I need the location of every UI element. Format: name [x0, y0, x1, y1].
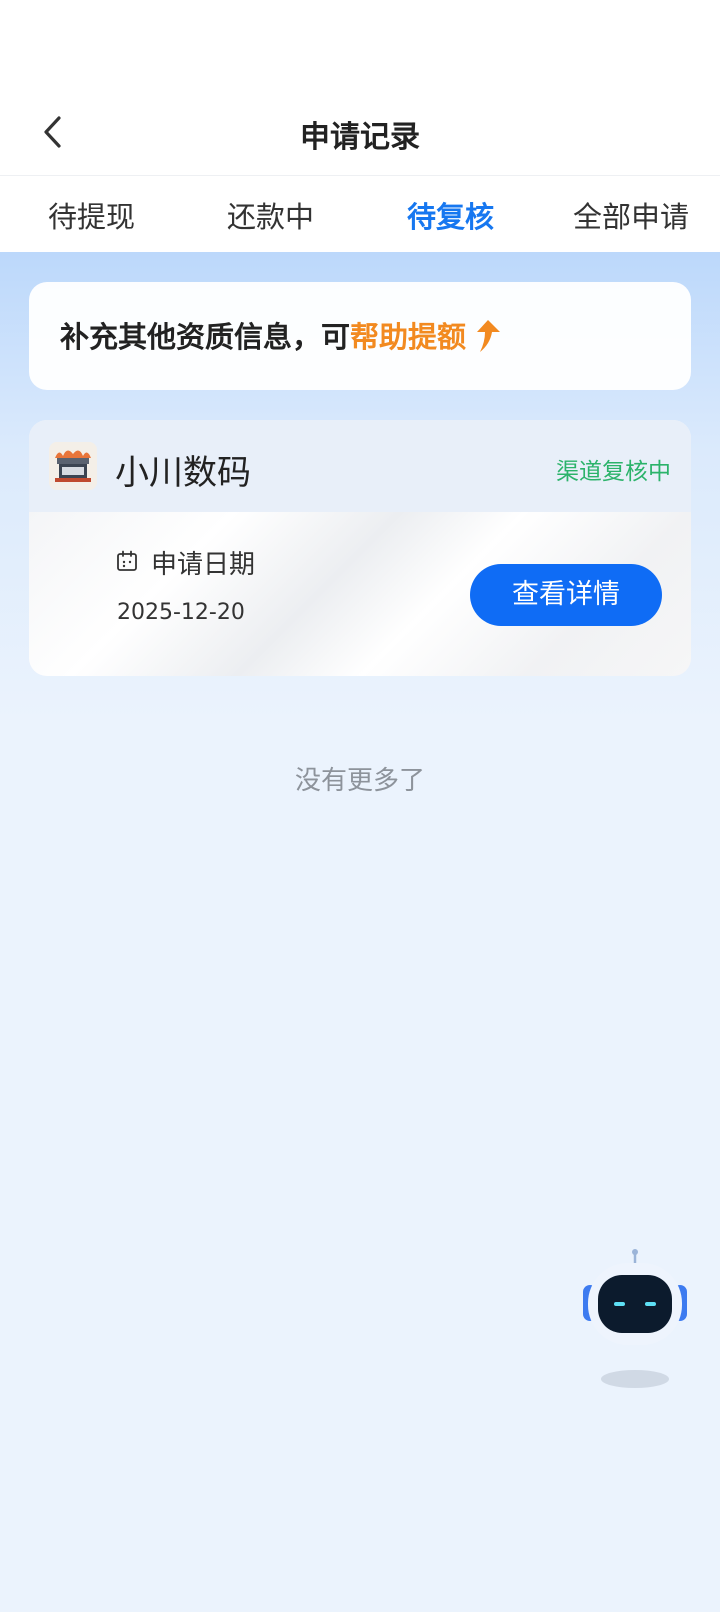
status-bar [0, 0, 720, 96]
tab-pending-withdraw[interactable]: 待提现 [48, 194, 135, 236]
tab-pending-review[interactable]: 待复核 [407, 194, 494, 236]
page: 申请记录 待提现 还款中 待复核 全部申请 补充其他资质信息，可帮助提额 小川数… [0, 0, 720, 1612]
date-label: 申请日期 [151, 550, 256, 580]
application-card-body: 申请日期 2025-12-20 查看详情 [29, 512, 691, 676]
date-value: 2025-12-20 [117, 600, 245, 625]
tab-all-applications[interactable]: 全部申请 [573, 194, 689, 236]
app-name: 小川数码 [115, 453, 251, 493]
tab-repaying[interactable]: 还款中 [227, 194, 314, 236]
tip-text: 补充其他资质信息，可帮助提额 [60, 314, 502, 361]
tip-highlight-text: 帮助提额 [350, 320, 467, 354]
arrow-up-icon [472, 318, 502, 361]
status-badge: 渠道复核中 [556, 459, 671, 485]
tab-bar: 待提现 还款中 待复核 全部申请 [0, 176, 720, 252]
calendar-icon [117, 550, 137, 571]
view-details-button[interactable]: 查看详情 [470, 564, 662, 626]
app-logo [49, 442, 97, 490]
page-title: 申请记录 [300, 120, 420, 155]
assistant-robot-button[interactable] [580, 1245, 690, 1395]
tip-banner[interactable]: 补充其他资质信息，可帮助提额 [29, 282, 691, 390]
application-card-header: 小川数码 渠道复核中 [29, 420, 691, 512]
no-more-text: 没有更多了 [294, 766, 425, 796]
robot-icon [583, 1249, 687, 1388]
nav-bar: 申请记录 [0, 96, 720, 176]
application-card: 小川数码 渠道复核中 申请日期 2025-12-20 查看详情 [29, 420, 691, 676]
tip-main-text: 补充其他资质信息，可 [60, 320, 351, 354]
